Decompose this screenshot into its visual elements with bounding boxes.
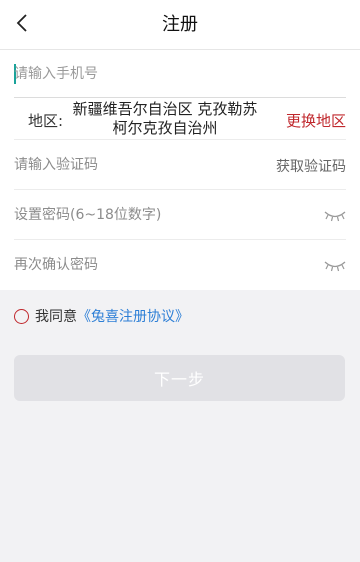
agreement: 我同意 《兔喜注册协议》 [14,306,189,326]
agreement-text: 我同意 [35,309,77,325]
agreement-link[interactable]: 《兔喜注册协议》 [77,306,189,326]
region-label: 地区: [28,112,64,130]
phone-input[interactable] [14,60,324,88]
next-button[interactable]: 下一步 [14,355,345,401]
register-form: 地区: 新疆维吾尔自治区 克孜勒苏柯尔克孜自治州 更换地区 获取验证码 [0,50,360,290]
password-row [14,190,346,240]
agreement-radio[interactable] [14,308,29,324]
phone-row [14,50,346,98]
code-row: 获取验证码 [14,140,346,190]
nav-bar: 注册 [0,0,360,50]
eye-closed-icon[interactable] [324,208,346,222]
region-row: 地区: 新疆维吾尔自治区 克孜勒苏柯尔克孜自治州 更换地区 [14,98,346,140]
region-value: 新疆维吾尔自治区 克孜勒苏柯尔克孜自治州 [72,100,258,137]
get-code-button[interactable]: 获取验证码 [276,156,346,176]
eye-closed-icon[interactable] [324,258,346,272]
confirm-password-input[interactable] [14,252,264,278]
confirm-password-row [14,240,346,290]
change-region-link[interactable]: 更换地区 [286,110,346,131]
password-input[interactable] [14,202,264,228]
page-title: 注册 [162,14,198,35]
verification-code-input[interactable] [14,152,264,178]
